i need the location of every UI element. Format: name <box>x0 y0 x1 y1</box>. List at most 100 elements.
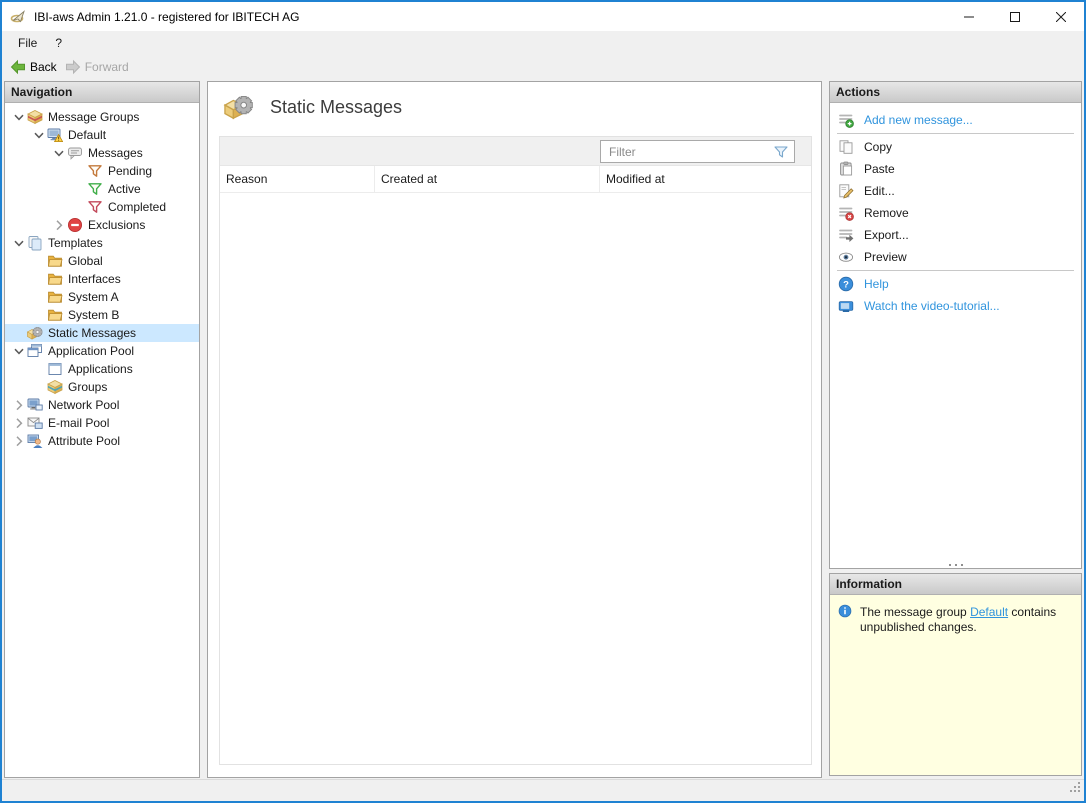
edit-icon <box>838 183 854 199</box>
tree-item-label: Active <box>108 182 141 196</box>
chevron-right-icon[interactable] <box>11 433 27 449</box>
chevron-spacer <box>31 253 47 269</box>
status-bar <box>2 779 1084 801</box>
menu-help[interactable]: ? <box>46 33 71 53</box>
chevron-right-icon[interactable] <box>11 397 27 413</box>
static-messages-icon <box>27 325 43 341</box>
help-icon: ? <box>838 276 854 292</box>
information-header: Information <box>830 574 1081 595</box>
filter-funnel-icon[interactable] <box>773 144 789 160</box>
chevron-right-icon[interactable] <box>11 415 27 431</box>
filter-field[interactable] <box>600 140 795 163</box>
tree-item-templates[interactable]: Templates <box>5 234 199 252</box>
resize-grip[interactable] <box>1069 781 1082 799</box>
groups-icon <box>47 379 63 395</box>
chevron-spacer <box>31 307 47 323</box>
tree-item-default[interactable]: Default <box>5 126 199 144</box>
chevron-spacer <box>31 271 47 287</box>
tree-item-groups[interactable]: Groups <box>5 378 199 396</box>
page-title: Static Messages <box>270 97 402 118</box>
folder-icon <box>47 253 63 269</box>
action-watch-the-video-tutorial[interactable]: Watch the video-tutorial... <box>830 295 1081 317</box>
maximize-button[interactable] <box>992 2 1038 31</box>
forward-label: Forward <box>85 60 129 74</box>
column-header-reason[interactable]: Reason <box>220 166 374 192</box>
action-copy[interactable]: Copy <box>830 136 1081 158</box>
title-bar[interactable]: IBI-aws Admin 1.21.0 - registered for IB… <box>2 2 1084 31</box>
tree-item-pending[interactable]: Pending <box>5 162 199 180</box>
close-button[interactable] <box>1038 2 1084 31</box>
tree-item-global[interactable]: Global <box>5 252 199 270</box>
chevron-spacer <box>31 289 47 305</box>
action-paste[interactable]: Paste <box>830 158 1081 180</box>
tree-item-applications[interactable]: Applications <box>5 360 199 378</box>
default-group-link[interactable]: Default <box>970 605 1008 619</box>
chevron-down-icon[interactable] <box>51 145 67 161</box>
actions-splitter-handle[interactable] <box>830 560 1081 567</box>
action-label: Preview <box>864 250 907 264</box>
tree-item-application-pool[interactable]: Application Pool <box>5 342 199 360</box>
chevron-spacer <box>11 325 27 341</box>
tree-item-system-a[interactable]: System A <box>5 288 199 306</box>
tree-item-label: Exclusions <box>88 218 145 232</box>
actions-separator <box>837 133 1074 134</box>
menu-file[interactable]: File <box>9 33 46 53</box>
copy-icon <box>838 139 854 155</box>
back-button[interactable]: Back <box>8 57 63 77</box>
back-label: Back <box>30 60 57 74</box>
application-pool-icon <box>27 343 43 359</box>
svg-text:?: ? <box>843 279 849 290</box>
folder-icon <box>47 307 63 323</box>
tree-item-label: Global <box>68 254 103 268</box>
menu-bar: File ? <box>2 31 1084 54</box>
chevron-spacer <box>31 379 47 395</box>
table-body-empty <box>220 193 811 764</box>
action-preview[interactable]: Preview <box>830 246 1081 268</box>
tree-item-interfaces[interactable]: Interfaces <box>5 270 199 288</box>
chevron-down-icon[interactable] <box>11 343 27 359</box>
navigation-header: Navigation <box>5 82 199 103</box>
chevron-right-icon[interactable] <box>51 217 67 233</box>
tree-item-message-groups[interactable]: Message Groups <box>5 108 199 126</box>
tree-item-exclusions[interactable]: Exclusions <box>5 216 199 234</box>
tree-item-label: System B <box>68 308 119 322</box>
client-area: Navigation Message GroupsDefaultMessages… <box>2 79 1084 779</box>
tree-item-label: Application Pool <box>48 344 134 358</box>
action-label: Export... <box>864 228 909 242</box>
information-message: The message group Default contains unpub… <box>830 595 1081 635</box>
app-icon <box>10 9 26 25</box>
tree-item-completed[interactable]: Completed <box>5 198 199 216</box>
monitor-warning-icon <box>47 127 63 143</box>
tree-item-active[interactable]: Active <box>5 180 199 198</box>
actions-header: Actions <box>830 82 1081 103</box>
app-window: IBI-aws Admin 1.21.0 - registered for IB… <box>0 0 1086 803</box>
tree-item-label: Messages <box>88 146 143 160</box>
tree-item-e-mail-pool[interactable]: E-mail Pool <box>5 414 199 432</box>
minimize-button[interactable] <box>946 2 992 31</box>
tree-item-label: Interfaces <box>68 272 121 286</box>
action-remove[interactable]: Remove <box>830 202 1081 224</box>
tree-item-messages[interactable]: Messages <box>5 144 199 162</box>
tool-bar: Back Forward <box>2 54 1084 79</box>
tree-item-static-messages[interactable]: Static Messages <box>5 324 199 342</box>
video-icon <box>838 298 854 314</box>
action-help[interactable]: ?Help <box>830 273 1081 295</box>
actions-separator <box>837 270 1074 271</box>
column-header-created-at[interactable]: Created at <box>374 166 599 192</box>
chevron-down-icon[interactable] <box>31 127 47 143</box>
tree-item-network-pool[interactable]: Network Pool <box>5 396 199 414</box>
column-header-modified-at[interactable]: Modified at <box>599 166 811 192</box>
forward-button[interactable]: Forward <box>63 57 135 77</box>
action-export[interactable]: Export... <box>830 224 1081 246</box>
paste-icon <box>838 161 854 177</box>
tree-item-label: Pending <box>108 164 152 178</box>
chevron-down-icon[interactable] <box>11 235 27 251</box>
chevron-down-icon[interactable] <box>11 109 27 125</box>
tree-item-system-b[interactable]: System B <box>5 306 199 324</box>
action-edit[interactable]: Edit... <box>830 180 1081 202</box>
action-add-new-message[interactable]: Add new message... <box>830 109 1081 131</box>
filter-input[interactable] <box>601 145 773 159</box>
tree-item-attribute-pool[interactable]: Attribute Pool <box>5 432 199 450</box>
tree-item-label: System A <box>68 290 119 304</box>
information-panel: Information The message group Default co… <box>829 573 1082 776</box>
